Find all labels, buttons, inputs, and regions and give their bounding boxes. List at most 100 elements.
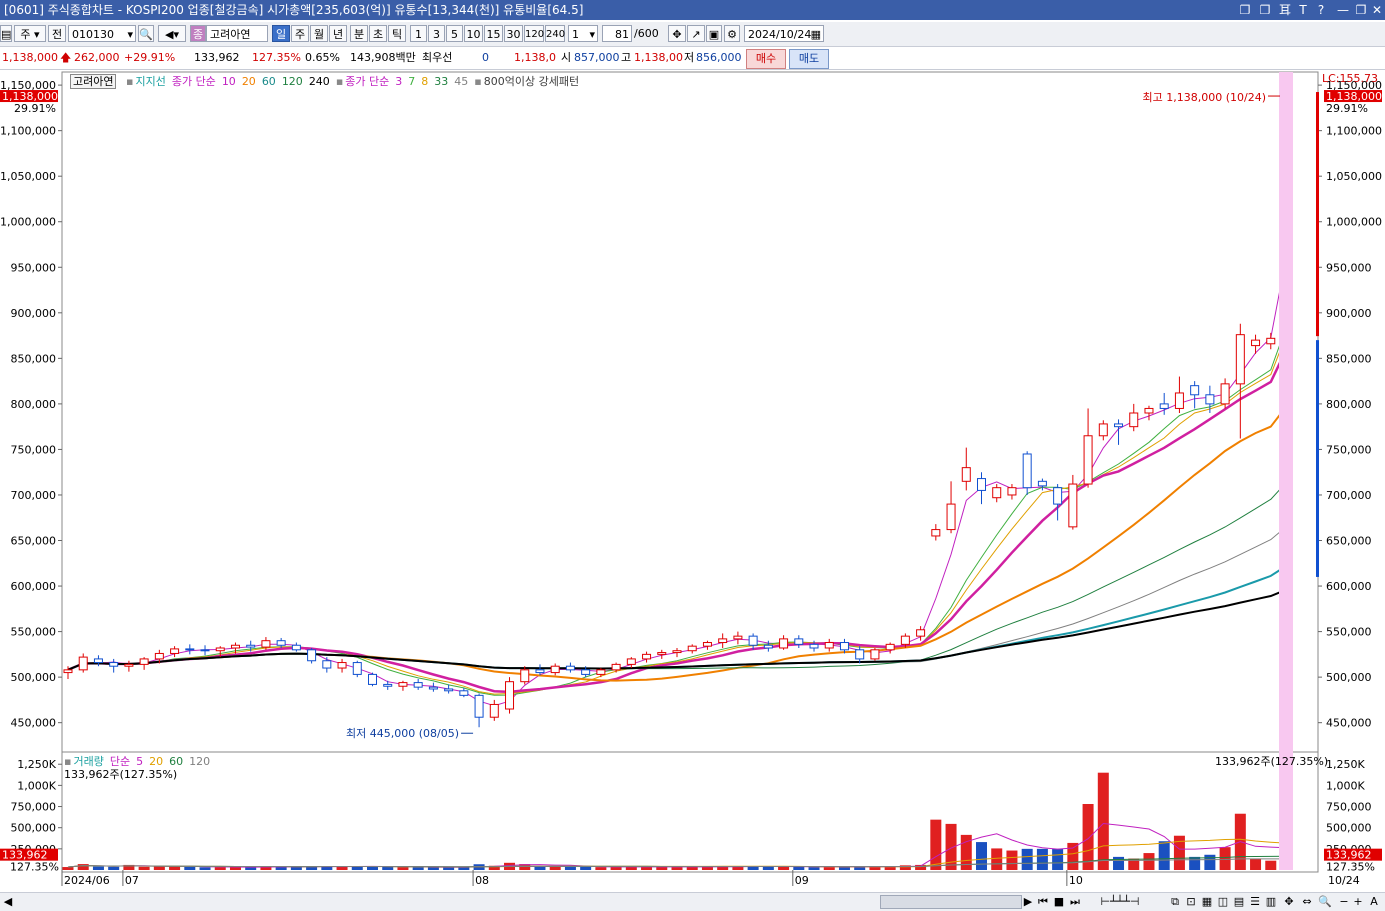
zoom-out-icon[interactable]: −	[1338, 894, 1350, 909]
copy-icon[interactable]: ⧉	[1168, 894, 1182, 909]
zoom-in-icon[interactable]: +	[1352, 894, 1364, 909]
interval-3[interactable]: 3	[428, 25, 445, 42]
volume-bar	[793, 866, 805, 870]
legend-stock-name[interactable]: 고려아연	[70, 74, 117, 89]
interval-select[interactable]: 1 ▾	[568, 25, 598, 42]
volume-bar	[382, 866, 394, 870]
window-print-icon[interactable]: 耳	[1276, 0, 1294, 20]
price-legend-item[interactable]: 240	[309, 75, 330, 88]
volume-bar	[610, 867, 622, 870]
price-legend-item[interactable]: 20	[242, 75, 256, 88]
window-close-icon[interactable]: ✕	[1368, 0, 1385, 20]
period-tab-second[interactable]: 초	[369, 25, 387, 42]
volume-bar	[108, 866, 120, 870]
speaker-icon[interactable]: ◀▾	[158, 25, 186, 42]
candle-body	[93, 658, 103, 664]
font-size-icon[interactable]: A	[1368, 894, 1380, 909]
arrows-icon[interactable]: ⇔	[1300, 894, 1314, 909]
volume-bar	[549, 866, 561, 870]
window-link-icon[interactable]: ❐	[1256, 0, 1274, 20]
candle-body	[337, 662, 347, 669]
buy-button[interactable]: 매수	[746, 49, 786, 69]
draw-line-icon[interactable]: ↗	[687, 25, 705, 42]
count-input[interactable]: 81	[602, 25, 632, 42]
scroll-left-icon[interactable]: ◀	[2, 894, 14, 909]
volume-bar	[671, 867, 683, 870]
save-icon[interactable]: ▣	[706, 25, 722, 42]
zoom-box-icon[interactable]: ⊡	[1184, 894, 1198, 909]
price-tick-label-left: 900,000	[11, 307, 57, 320]
window-help-icon[interactable]: ?	[1312, 0, 1330, 20]
scroll-thumb[interactable]	[880, 895, 1022, 909]
price-legend-item[interactable]: 10	[222, 75, 236, 88]
price-legend-item[interactable]: 45	[454, 75, 468, 88]
period-tab-week[interactable]: 주	[291, 25, 309, 42]
date-input[interactable]: 2024/10/24 ▦	[744, 25, 824, 42]
chart-icon[interactable]: ▥	[1264, 894, 1278, 909]
scroll-right-icon[interactable]: ▶	[1022, 894, 1034, 909]
interval-10[interactable]: 10	[464, 25, 483, 42]
layout-icon[interactable]: ▤	[0, 25, 12, 42]
price-legend-item[interactable]: 60	[262, 75, 276, 88]
price-legend-item[interactable]: 지지선	[135, 75, 165, 88]
volume-bar	[214, 867, 226, 870]
high-annotation: 최고 1,138,000 (10/24)	[1143, 91, 1267, 104]
candle-body	[520, 669, 530, 683]
crosshair-icon[interactable]: ✥	[668, 25, 686, 42]
stop-icon[interactable]: ■	[1052, 894, 1066, 909]
price-legend-item[interactable]: 8	[421, 75, 428, 88]
volume-bar	[686, 866, 698, 870]
chart-scrollbar[interactable]: ◀ ▶ ⏮ ■ ⏭ ⊢┴┴┴⊣ ⧉ ⊡ ▦ ◫ ▤ ☰ ▥ ✥ ⇔ 🔍 − + …	[0, 892, 1385, 911]
window-minimize-icon[interactable]: —	[1334, 0, 1352, 20]
move-icon[interactable]: ✥	[1282, 894, 1296, 909]
all-button[interactable]: 전	[48, 25, 66, 42]
gear-icon[interactable]: ⚙	[724, 25, 740, 42]
period-tab-tick[interactable]: 틱	[388, 25, 406, 42]
split-icon[interactable]: ◫	[1216, 894, 1230, 909]
list-icon[interactable]: ☰	[1248, 894, 1262, 909]
grid-icon[interactable]: ▤	[1232, 894, 1246, 909]
price-legend-item[interactable]: 7	[408, 75, 415, 88]
period-tab-month[interactable]: 월	[310, 25, 328, 42]
interval-30[interactable]: 30	[504, 25, 523, 42]
price-legend-item[interactable]: 33	[434, 75, 448, 88]
candle-body	[215, 647, 225, 652]
search-icon[interactable]: 🔍	[138, 25, 154, 42]
stock-code-input[interactable]: 010130 ▾	[68, 25, 136, 42]
moving-average-lines	[67, 258, 1288, 707]
price-legend-item[interactable]: 3	[395, 75, 402, 88]
stock-name-value: 고려아연	[210, 28, 251, 41]
volume-tick-label-left: 1,250K	[17, 758, 56, 771]
period-tab-day[interactable]: 일	[272, 25, 290, 42]
period-tab-year[interactable]: 년	[329, 25, 347, 42]
last-icon[interactable]: ⏭	[1068, 894, 1082, 909]
interval-5[interactable]: 5	[446, 25, 463, 42]
price-legend-item[interactable]: 120	[282, 75, 303, 88]
price-tick-label-left: 850,000	[11, 352, 57, 365]
volume-bar	[1158, 841, 1170, 870]
volume-bar	[1113, 856, 1125, 870]
ma-line-10	[67, 349, 1288, 694]
first-icon[interactable]: ⏮	[1036, 894, 1050, 909]
volume-legend-item[interactable]: 120	[189, 755, 210, 768]
candle-body	[1068, 483, 1078, 528]
table-icon[interactable]: ▦	[1200, 894, 1214, 909]
volume-bar	[991, 848, 1003, 870]
market-select[interactable]: 주 ▾	[14, 25, 46, 42]
period-tab-minute[interactable]: 분	[350, 25, 368, 42]
price-legend-item[interactable]: 800억이상 강세패턴	[484, 75, 579, 88]
price-legend-item[interactable]: 종가 단순	[345, 75, 389, 88]
interval-240[interactable]: 240	[545, 25, 565, 42]
interval-120[interactable]: 120	[524, 25, 544, 42]
range-icon[interactable]: ⊢┴┴┴⊣	[1090, 894, 1150, 909]
volume-bar	[1143, 853, 1155, 870]
window-font-icon[interactable]: T	[1294, 0, 1312, 20]
zoom-icon[interactable]: 🔍	[1318, 894, 1332, 909]
sell-button[interactable]: 매도	[789, 49, 829, 69]
stock-name-field[interactable]: 고려아연	[206, 25, 268, 42]
price-legend-item[interactable]: 종가 단순	[172, 75, 216, 88]
interval-1[interactable]: 1	[410, 25, 427, 42]
window-pin-icon[interactable]: ❐	[1236, 0, 1254, 20]
interval-15[interactable]: 15	[484, 25, 503, 42]
candle-body	[459, 690, 469, 696]
